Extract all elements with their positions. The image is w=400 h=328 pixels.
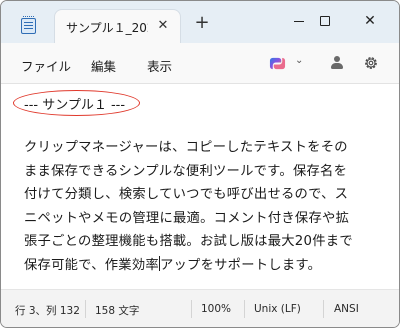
line-ending[interactable]: Unix (LF) [254, 303, 301, 315]
title-bar[interactable]: サンプル１_2024 ✕ + ✕ [1, 1, 399, 43]
divider [85, 300, 86, 318]
gear-icon[interactable] [363, 55, 379, 71]
menu-view[interactable]: 表示 [147, 56, 172, 75]
text-line-last: 保存可能で、作業効率アップをサポートします。 [24, 254, 396, 278]
profile-icon[interactable] [331, 56, 343, 70]
heading-line: --- サンプル１ --- [24, 98, 126, 113]
text-line: クリップマネージャーは、コピーしたテキストをその [24, 140, 348, 155]
new-tab-button[interactable]: + [191, 13, 213, 35]
zoom-level[interactable]: 100% [201, 303, 231, 315]
divider [323, 300, 324, 318]
menu-edit[interactable]: 編集 [91, 56, 116, 75]
menu-bar: ファイル 編集 表示 ⌄ [1, 43, 399, 84]
text-line: 付けて分類し、検索していつでも呼び出せるので、ス [24, 187, 349, 202]
divider [244, 300, 245, 318]
body-text: クリップマネージャーは、コピーしたテキストをその まま保存できるシンプルな便利ツ… [24, 136, 396, 277]
text-editor[interactable]: --- サンプル１ --- クリップマネージャーは、コピーしたテキストをその ま… [1, 84, 399, 289]
text-line: 張子ごとの整理機能も搭載。お試し版は最大20件まで [24, 234, 353, 249]
status-bar: 行 3、列 132 158 文字 100% Unix (LF) ANSI [1, 289, 399, 327]
maximize-button[interactable] [309, 9, 341, 33]
close-button[interactable]: ✕ [354, 9, 386, 33]
text-line: まま保存できるシンプルな便利ツールです。保存名を [24, 163, 348, 179]
cursor-position: 行 3、列 132 [15, 305, 80, 317]
tab-title: サンプル１_2024 [66, 21, 148, 35]
divider [191, 300, 192, 318]
notepad-icon [21, 16, 36, 34]
notepad-window: サンプル１_2024 ✕ + ✕ ファイル 編集 表示 ⌄ [0, 0, 400, 328]
copilot-icon[interactable] [269, 55, 286, 72]
text-segment: 保存可能で、作業効率 [24, 257, 159, 273]
chevron-down-icon[interactable]: ⌄ [295, 55, 303, 66]
tab-document[interactable]: サンプル１_2024 ✕ [54, 9, 181, 43]
encoding[interactable]: ANSI [334, 303, 359, 315]
text-segment: アップをサポートします。 [159, 257, 322, 273]
char-count: 158 文字 [95, 305, 140, 317]
tab-close-icon[interactable]: ✕ [153, 16, 173, 36]
menu-file[interactable]: ファイル [21, 56, 71, 75]
text-line: ニペットやメモの管理に最適。コメント付き保存や拡 [24, 210, 350, 226]
